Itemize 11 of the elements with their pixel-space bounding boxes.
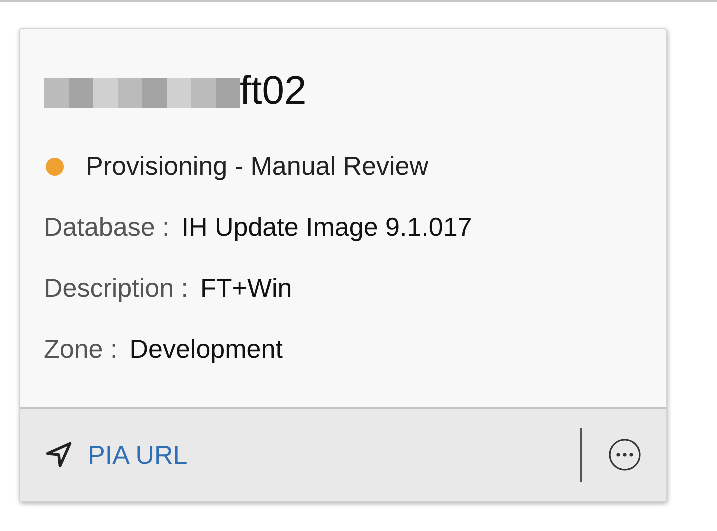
- pia-url-link[interactable]: PIA URL: [88, 440, 188, 470]
- more-options-icon[interactable]: [608, 438, 642, 472]
- field-value: IH Update Image 9.1.017: [182, 212, 472, 243]
- field-value: Development: [130, 334, 283, 365]
- status-label: Provisioning - Manual Review: [86, 151, 428, 182]
- navigation-arrow-icon: [44, 440, 74, 470]
- field-label: Zone :: [44, 334, 118, 365]
- field-label: Description :: [44, 273, 188, 304]
- field-label: Database :: [44, 212, 170, 243]
- card-title: ft02: [240, 68, 307, 114]
- field-value: FT+Win: [200, 273, 292, 304]
